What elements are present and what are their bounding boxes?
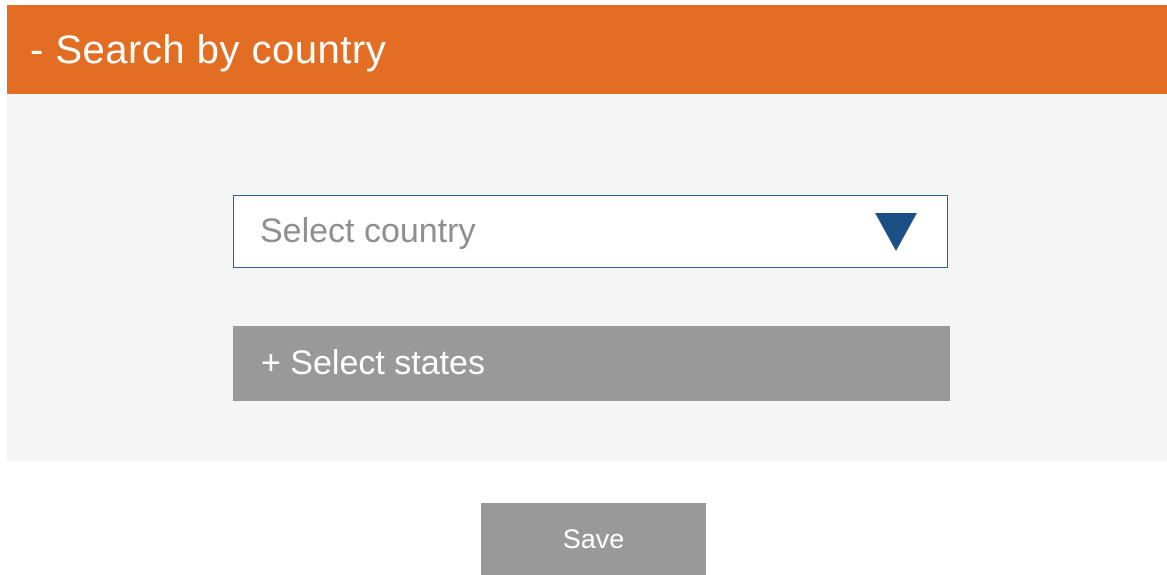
search-by-country-panel: - Search by country Select country + Sel… — [7, 5, 1167, 461]
collapse-toggle[interactable]: - — [30, 30, 43, 70]
select-states-expander[interactable]: + Select states — [233, 326, 950, 401]
save-button[interactable]: Save — [481, 503, 706, 575]
panel-title: Search by country — [55, 27, 387, 72]
page: - Search by country Select country + Sel… — [0, 0, 1167, 575]
country-select-placeholder: Select country — [260, 212, 476, 250]
country-select[interactable]: Select country — [233, 195, 948, 268]
select-states-label: + Select states — [261, 344, 485, 382]
triangle-down-icon[interactable] — [875, 212, 917, 251]
panel-header[interactable]: - Search by country — [7, 5, 1167, 94]
